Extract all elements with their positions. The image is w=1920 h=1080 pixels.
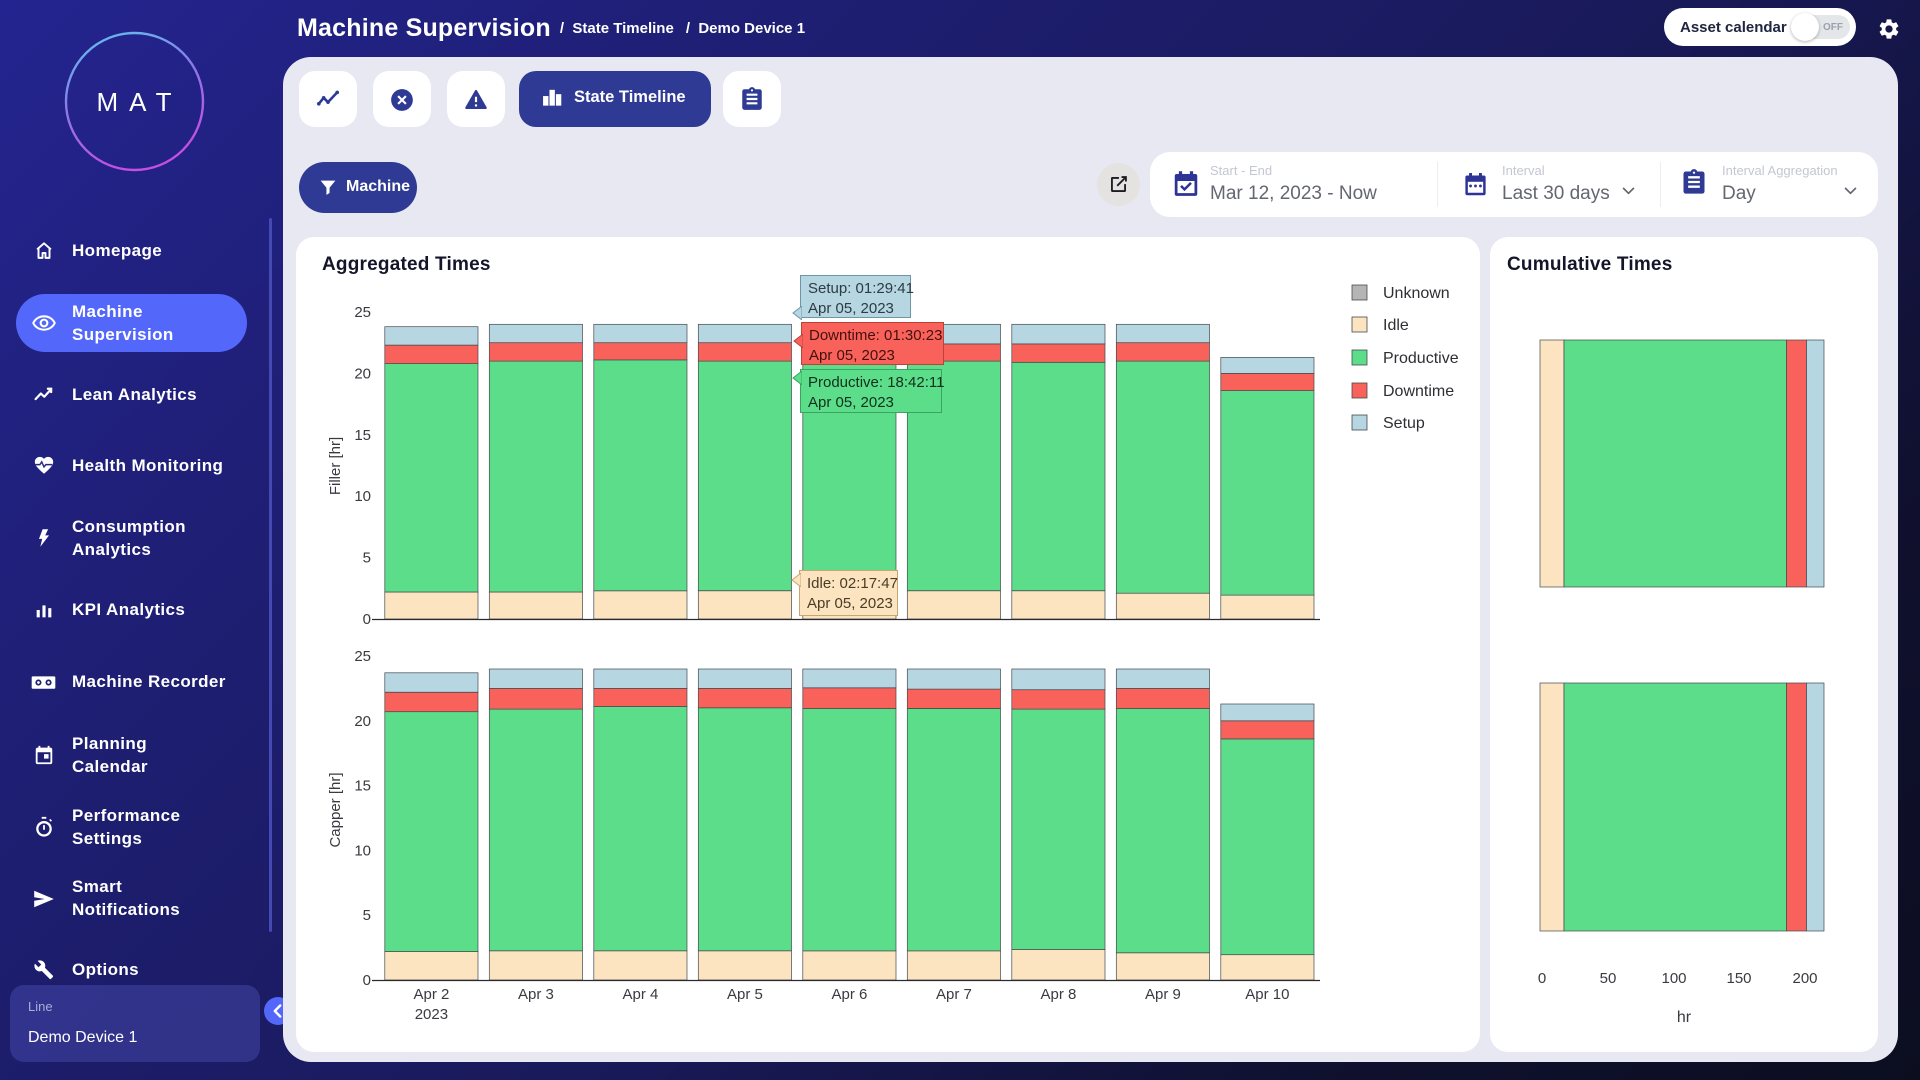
svg-text:Apr 9: Apr 9 (1145, 986, 1181, 1003)
svg-text:150: 150 (1726, 970, 1751, 987)
svg-text:hr: hr (1677, 1009, 1692, 1026)
svg-text:15: 15 (354, 778, 371, 795)
svg-text:Capper [hr]: Capper [hr] (327, 772, 344, 847)
svg-text:Apr 2: Apr 2 (413, 986, 449, 1003)
svg-text:15: 15 (354, 427, 371, 444)
svg-text:Apr 7: Apr 7 (936, 986, 972, 1003)
svg-text:0: 0 (363, 972, 371, 989)
svg-text:Setup: Setup (1383, 415, 1425, 432)
svg-text:Unknown: Unknown (1383, 285, 1450, 302)
svg-text:Downtime: Downtime (1383, 383, 1454, 400)
svg-text:Idle: Idle (1383, 317, 1409, 334)
svg-text:Filler [hr]: Filler [hr] (327, 437, 344, 495)
svg-text:Apr 6: Apr 6 (831, 986, 867, 1003)
svg-text:2023: 2023 (415, 1006, 448, 1023)
svg-text:Apr 4: Apr 4 (622, 986, 658, 1003)
svg-text:Productive: Productive (1383, 350, 1459, 367)
svg-text:20: 20 (354, 365, 371, 382)
svg-text:50: 50 (1600, 970, 1617, 987)
svg-text:0: 0 (363, 611, 371, 628)
svg-text:25: 25 (354, 648, 371, 665)
svg-text:Apr 10: Apr 10 (1245, 986, 1289, 1003)
svg-text:Apr 8: Apr 8 (1040, 986, 1076, 1003)
svg-text:Apr 3: Apr 3 (518, 986, 554, 1003)
svg-text:10: 10 (354, 488, 371, 505)
svg-text:5: 5 (363, 907, 371, 924)
svg-text:25: 25 (354, 304, 371, 321)
svg-text:100: 100 (1661, 970, 1686, 987)
svg-text:10: 10 (354, 842, 371, 859)
svg-text:200: 200 (1792, 970, 1817, 987)
svg-text:5: 5 (363, 550, 371, 567)
svg-text:0: 0 (1538, 970, 1546, 987)
svg-text:20: 20 (354, 713, 371, 730)
svg-text:Apr 5: Apr 5 (727, 986, 763, 1003)
